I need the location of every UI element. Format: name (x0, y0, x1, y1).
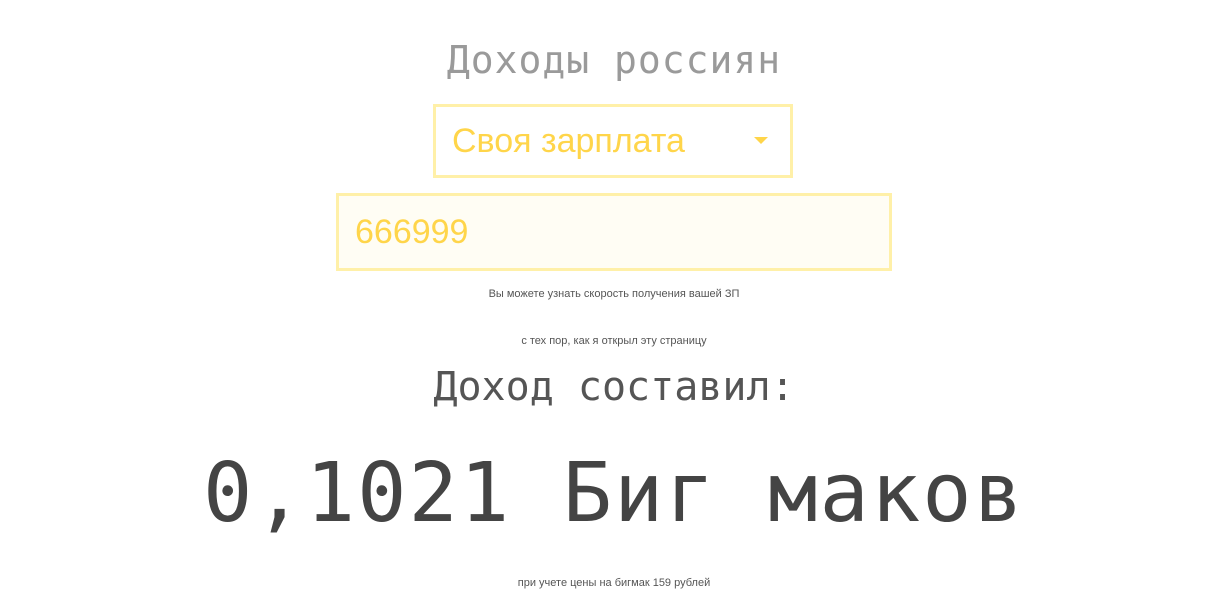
result-value: 0,1021 Биг маков (203, 446, 1025, 541)
chevron-down-icon (746, 131, 776, 151)
page: Доходы россиян Своя зарплата Вы можете у… (0, 0, 1228, 612)
salary-input-container (336, 193, 892, 271)
income-type-select-value: Своя зарплата (452, 121, 685, 160)
price-footnote: при учете цены на бигмак 159 рублей (517, 577, 711, 589)
speed-hint-text: Вы можете узнать скорость получения ваше… (488, 288, 740, 300)
page-title: Доходы россиян (446, 38, 782, 82)
result-label: Доход составил: (433, 364, 795, 410)
salary-input[interactable] (339, 196, 889, 268)
income-type-select[interactable]: Своя зарплата (433, 104, 793, 178)
since-open-hint-text: с тех пор, как я открыл эту страницу (521, 335, 707, 347)
